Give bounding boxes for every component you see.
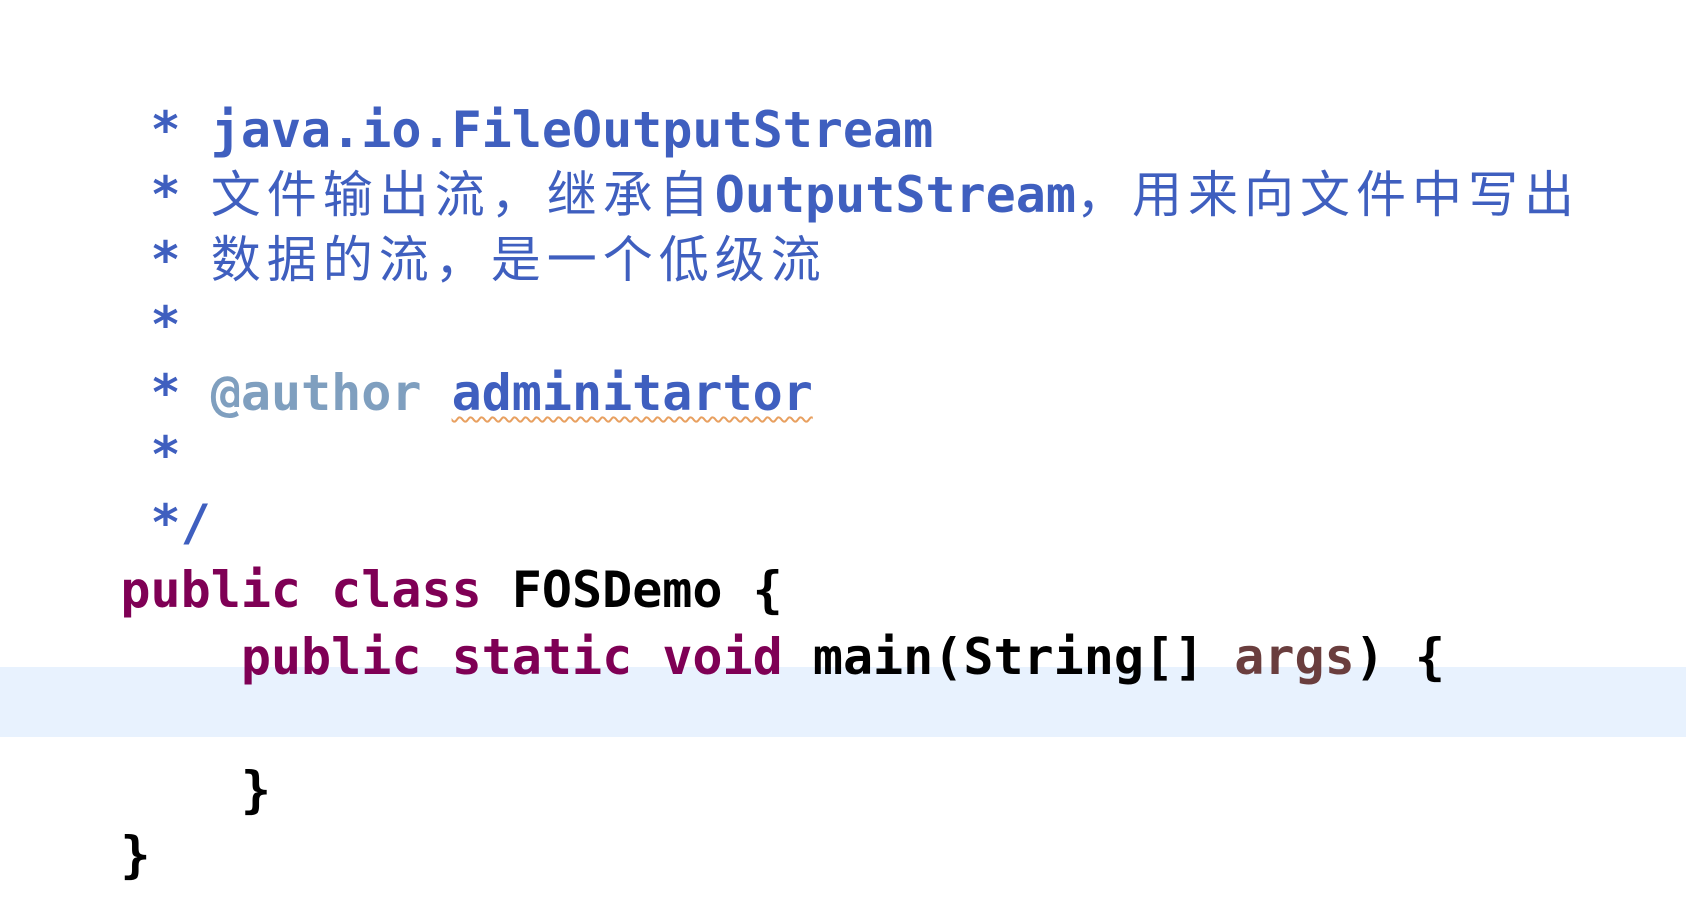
comment-line-6: * [0, 350, 181, 484]
author-name[interactable]: adminitartor [452, 364, 813, 422]
keyword-public: public [240, 628, 422, 686]
comment-text-cjk: ，用来向文件中写出 [1075, 166, 1580, 224]
keyword-void: void [662, 628, 783, 686]
parameter-args: args [1234, 628, 1355, 686]
close-brace: } [240, 761, 271, 819]
method-signature[interactable]: main(String[] [813, 628, 1204, 686]
comment-line-3: * 数据的流，是一个低级流 [0, 155, 827, 289]
javadoc-author-tag: @author [210, 364, 422, 422]
comment-text-cjk: 数据的流，是一个低级流 [210, 231, 827, 289]
comment-line-author: * @author adminitartor [0, 288, 813, 422]
class-close-line: } [0, 750, 150, 884]
close-brace: } [120, 826, 151, 884]
keyword-static: static [451, 628, 633, 686]
code-editor[interactable]: * java.io.FileOutputStream * 文件输出流，继承自Ou… [0, 0, 1686, 902]
class-declaration-line: public class FOSDemo { [0, 485, 782, 619]
comment-line-2: * 文件输出流，继承自OutputStream，用来向文件中写出 [0, 90, 1580, 224]
comment-close-line: */ [0, 418, 211, 552]
comment-line-1: * java.io.FileOutputStream [0, 25, 934, 159]
method-tail: ) { [1354, 628, 1446, 686]
comment-line-4: * [0, 220, 181, 354]
method-close-line: } [0, 685, 271, 819]
method-declaration-line: public static void main(String[] args) { [0, 552, 1445, 686]
